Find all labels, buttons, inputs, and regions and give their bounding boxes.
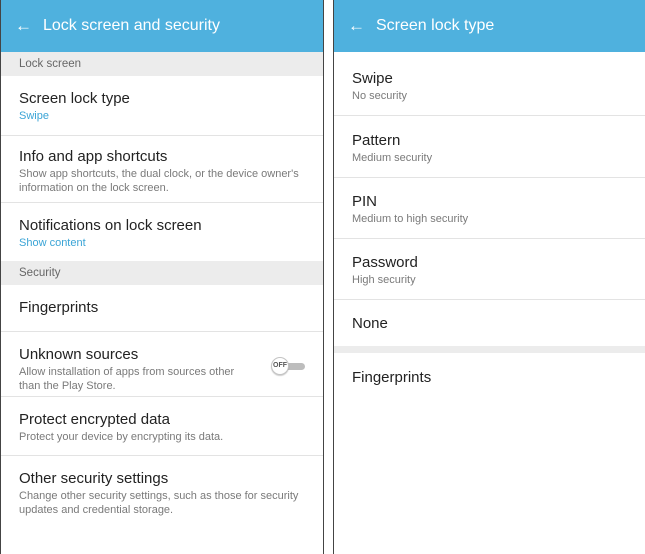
item-subtitle: No security	[352, 90, 408, 102]
unknown-sources-toggle[interactable]: OFF	[271, 357, 307, 375]
fingerprints-item[interactable]: Fingerprints	[1, 285, 323, 332]
section-header-security: Security	[1, 261, 323, 285]
arrow-back-icon[interactable]: ←	[15, 16, 43, 36]
toggle-knob: OFF	[271, 357, 289, 375]
item-title: Info and app shortcuts	[19, 148, 168, 165]
item-subtitle: Show content	[19, 237, 86, 249]
item-title: Unknown sources	[19, 346, 139, 363]
screen-lock-type-panel: ← Screen lock type Swipe No security Pat…	[333, 0, 645, 554]
item-title: Fingerprints	[19, 299, 99, 316]
lock-option-pattern[interactable]: Pattern Medium security	[334, 116, 645, 178]
notifications-lock-screen-item[interactable]: Notifications on lock screen Show conten…	[1, 203, 323, 261]
protect-encrypted-data-item[interactable]: Protect encrypted data Protect your devi…	[1, 397, 323, 456]
lock-option-password[interactable]: Password High security	[334, 239, 645, 300]
item-subtitle: Protect your device by encrypting its da…	[19, 431, 224, 443]
page-title: Lock screen and security	[43, 17, 220, 34]
app-bar: ← Lock screen and security	[1, 0, 323, 52]
item-subtitle: Allow installation of apps from sources …	[19, 366, 235, 392]
item-subtitle: Medium security	[352, 152, 433, 164]
item-subtitle: Show app shortcuts, the dual clock, or t…	[19, 168, 299, 194]
item-subtitle: High security	[352, 274, 416, 286]
item-title: Password	[352, 254, 418, 271]
section-gap	[334, 346, 645, 353]
item-title: None	[352, 315, 388, 332]
page-title: Screen lock type	[376, 17, 495, 34]
lock-option-pin[interactable]: PIN Medium to high security	[334, 178, 645, 239]
lock-screen-security-panel: ← Lock screen and security Lock screen S…	[0, 0, 324, 554]
unknown-sources-item[interactable]: Unknown sources Allow installation of ap…	[1, 332, 323, 397]
item-title: Swipe	[352, 70, 393, 87]
item-title: Notifications on lock screen	[19, 217, 202, 234]
item-subtitle: Medium to high security	[352, 213, 469, 225]
screen-lock-type-item[interactable]: Screen lock type Swipe	[1, 76, 323, 136]
item-title: PIN	[352, 193, 378, 210]
section-header-lock-screen: Lock screen	[1, 52, 323, 76]
item-title: Protect encrypted data	[19, 411, 170, 428]
info-app-shortcuts-item[interactable]: Info and app shortcuts Show app shortcut…	[1, 136, 323, 203]
item-title: Fingerprints	[352, 369, 432, 386]
lock-option-fingerprints[interactable]: Fingerprints	[334, 353, 645, 403]
item-subtitle: Swipe	[19, 110, 49, 122]
item-subtitle: Change other security settings, such as …	[19, 490, 299, 516]
lock-option-none[interactable]: None	[334, 300, 645, 346]
panel-divider	[324, 0, 333, 554]
lock-option-swipe[interactable]: Swipe No security	[334, 52, 645, 116]
item-title: Pattern	[352, 132, 401, 149]
arrow-back-icon[interactable]: ←	[348, 16, 376, 36]
item-title: Other security settings	[19, 470, 169, 487]
app-bar: ← Screen lock type	[334, 0, 645, 52]
other-security-settings-item[interactable]: Other security settings Change other sec…	[1, 456, 323, 536]
item-title: Screen lock type	[19, 90, 130, 107]
